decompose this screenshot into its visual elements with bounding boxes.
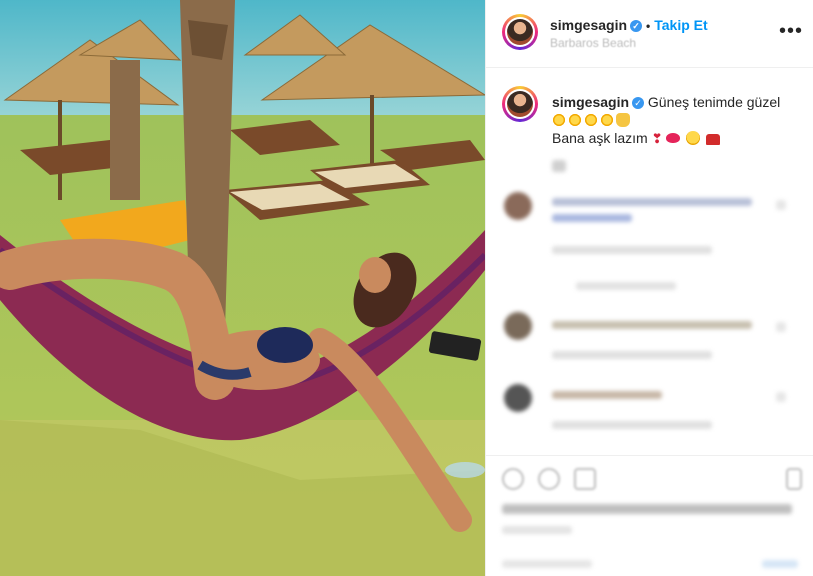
add-comment-blurred[interactable] (502, 560, 592, 568)
comment-icon[interactable] (538, 468, 560, 490)
like-icon[interactable] (502, 468, 524, 490)
caption-text-line1: Güneş tenimde güzel (647, 94, 781, 110)
comment-avatar[interactable] (504, 312, 532, 340)
like-icon[interactable] (776, 200, 786, 210)
post-date-blurred (502, 526, 572, 534)
sun-emoji-icon (552, 113, 566, 127)
post-actions (486, 455, 813, 576)
post-comment-button[interactable] (762, 560, 798, 568)
comment-text-blurred (552, 321, 752, 329)
sun-emoji-icon (600, 113, 614, 127)
comment-avatar[interactable] (504, 192, 532, 220)
post-location[interactable]: Barbaros Beach (550, 36, 636, 50)
comment-text-blurred (552, 391, 662, 399)
beach-hammock-image (0, 0, 485, 576)
author-avatar[interactable] (502, 14, 538, 50)
save-icon[interactable] (786, 468, 802, 490)
follow-button[interactable]: Takip Et (654, 17, 707, 33)
separator-dot: • (646, 19, 651, 33)
comment-meta-blurred (552, 351, 712, 359)
view-replies-blurred[interactable] (576, 282, 676, 290)
comment-meta-blurred (552, 246, 712, 254)
author-username-row: simgesagin ✓ • Takip Et (550, 17, 708, 33)
share-icon[interactable] (574, 468, 596, 490)
like-icon[interactable] (776, 322, 786, 332)
fez-emoji-icon (706, 134, 721, 145)
comment-text-blurred (552, 214, 632, 222)
caption-avatar[interactable] (502, 86, 538, 122)
comment-meta-blurred (552, 421, 712, 429)
likes-count-blurred[interactable] (502, 504, 792, 514)
comment-avatar[interactable] (504, 384, 532, 412)
post-caption: simgesagin ✓ Güneş tenimde güzel Bana aşk… (552, 93, 802, 148)
heart-emoji-icon: ❣ (651, 131, 663, 146)
verified-badge-icon: ✓ (632, 97, 645, 110)
verified-badge-icon: ✓ (630, 20, 643, 33)
sun-emoji-icon (584, 113, 598, 127)
lips-emoji-icon (666, 133, 681, 143)
like-icon[interactable] (776, 392, 786, 402)
comment-text-blurred (552, 198, 752, 206)
smile-emoji-icon (686, 131, 701, 145)
post-header: simgesagin ✓ • Takip Et Barbaros Beach ••• (486, 0, 813, 68)
post-photo[interactable] (0, 0, 485, 576)
sun-emoji-icon (568, 113, 582, 127)
post-sidebar: simgesagin ✓ • Takip Et Barbaros Beach ••• … (485, 0, 813, 576)
caption-timestamp-blurred (552, 160, 566, 172)
ok-hand-emoji-icon (616, 113, 630, 127)
author-username[interactable]: simgesagin (550, 17, 627, 33)
caption-text-line2: Bana aşk lazım (552, 130, 648, 146)
caption-username[interactable]: simgesagin (552, 94, 629, 110)
more-options-icon[interactable]: ••• (779, 20, 803, 43)
